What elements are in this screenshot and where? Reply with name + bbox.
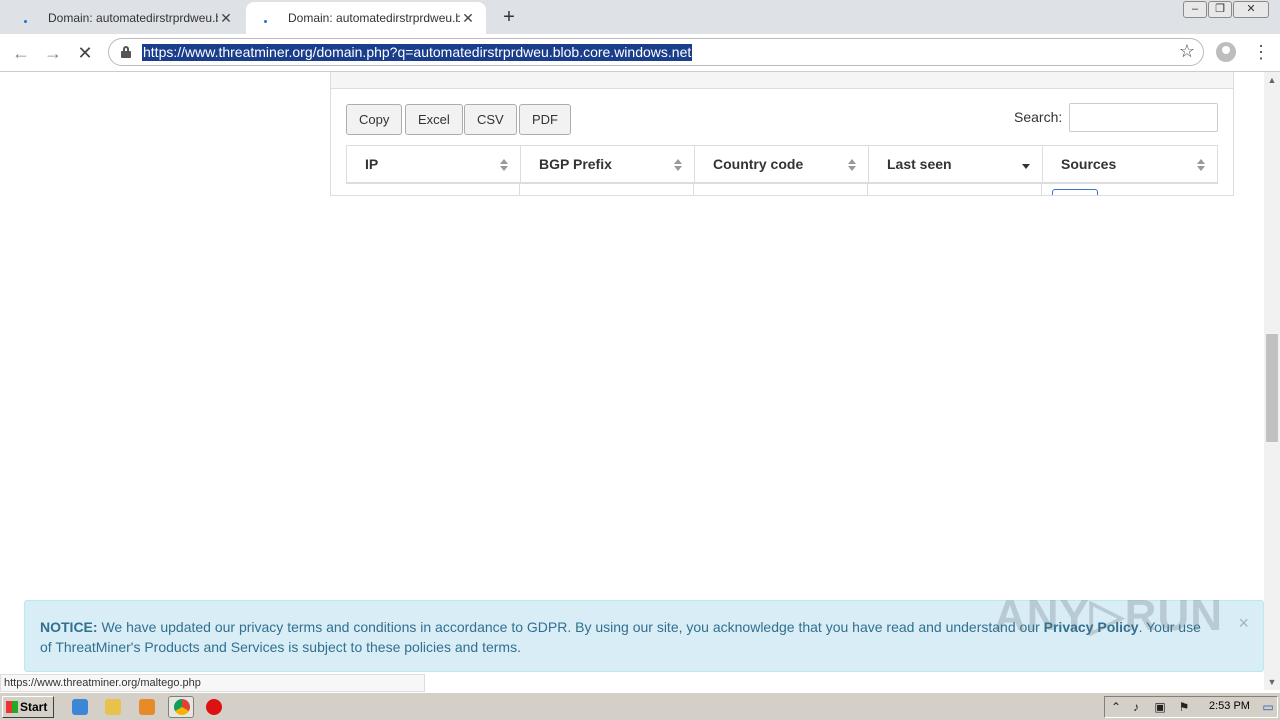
pdf-button[interactable]: PDF xyxy=(519,104,571,135)
panel-heading-cut xyxy=(331,72,1233,89)
tab-strip: Domain: automatedirstrprdweu.blob ✕ Doma… xyxy=(0,0,1280,34)
anyrun-watermark: ANY▷RUN xyxy=(993,591,1223,640)
scroll-down-icon[interactable]: ▼ xyxy=(1264,674,1280,690)
column-header-sources[interactable]: Sources xyxy=(1043,146,1217,182)
browser-tab[interactable]: Domain: automatedirstrprdweu.blob ✕ xyxy=(6,2,244,34)
tab-close-icon[interactable]: ✕ xyxy=(218,10,234,27)
sources-button[interactable] xyxy=(1052,189,1098,195)
sort-both-icon xyxy=(848,159,856,171)
notice-close-icon[interactable]: × xyxy=(1238,613,1249,633)
security-alert-icon[interactable] xyxy=(206,699,222,715)
back-arrow-icon[interactable]: ← xyxy=(8,40,34,66)
browser-toolbar: ← → ✕ https://www.threatminer.org/domain… xyxy=(0,34,1280,72)
chrome-icon xyxy=(174,699,190,715)
column-header-country-code[interactable]: Country code xyxy=(695,146,869,182)
table-header: IP BGP Prefix Country code Last seen Sou… xyxy=(346,145,1218,184)
file-explorer-icon[interactable] xyxy=(105,699,121,715)
start-button[interactable]: Start xyxy=(2,696,54,718)
column-header-ip[interactable]: IP xyxy=(347,146,521,182)
network-icon[interactable]: ▣ xyxy=(1153,700,1167,714)
lock-icon xyxy=(121,46,131,58)
tab-title: Domain: automatedirstrprdweu.blob xyxy=(48,11,218,25)
show-hidden-icons-icon[interactable]: ⌃ xyxy=(1109,700,1123,714)
column-header-bgp-prefix[interactable]: BGP Prefix xyxy=(521,146,695,182)
vertical-scrollbar[interactable]: ▲ ▼ xyxy=(1264,72,1280,690)
windows-taskbar: Start ⌃ ♪ ▣ ⚑ 2:53 PM ▭ xyxy=(0,692,1280,720)
url-text[interactable]: https://www.threatminer.org/domain.php?q… xyxy=(142,44,693,61)
new-tab-button[interactable]: + xyxy=(498,6,520,28)
stop-loading-icon[interactable]: ✕ xyxy=(72,40,98,66)
scroll-up-icon[interactable]: ▲ xyxy=(1264,72,1280,88)
close-window-button[interactable]: ✕ xyxy=(1233,1,1269,18)
column-header-last-seen[interactable]: Last seen xyxy=(869,146,1043,182)
minimize-window-button[interactable]: ‒ xyxy=(1183,1,1207,18)
browser-menu-icon[interactable]: ⋮ xyxy=(1252,42,1270,62)
media-player-icon[interactable] xyxy=(139,699,155,715)
tab-title: Domain: automatedirstrprdweu.blob xyxy=(288,11,460,25)
sort-both-icon xyxy=(674,159,682,171)
sort-desc-icon xyxy=(1022,159,1030,171)
system-tray: ⌃ ♪ ▣ ⚑ 2:53 PM ▭ xyxy=(1104,696,1278,718)
clock[interactable]: 2:53 PM xyxy=(1209,700,1250,712)
profile-avatar-icon[interactable] xyxy=(1216,42,1236,62)
show-desktop-icon[interactable]: ▭ xyxy=(1261,700,1275,714)
dns-resolutions-panel: Copy Excel CSV PDF Search: IP BGP Prefix… xyxy=(330,72,1234,196)
excel-button[interactable]: Excel xyxy=(405,104,463,135)
action-center-flag-icon[interactable]: ⚑ xyxy=(1177,700,1191,714)
tab-close-icon[interactable]: ✕ xyxy=(460,10,476,27)
loading-favicon-icon xyxy=(24,11,38,25)
sort-both-icon xyxy=(1197,159,1205,171)
volume-icon[interactable]: ♪ xyxy=(1129,700,1143,714)
internet-explorer-icon[interactable] xyxy=(72,699,88,715)
address-bar[interactable]: https://www.threatminer.org/domain.php?q… xyxy=(108,38,1204,66)
forward-arrow-icon[interactable]: → xyxy=(40,40,66,66)
status-bubble: https://www.threatminer.org/maltego.php xyxy=(0,674,425,692)
loading-favicon-icon xyxy=(264,11,278,25)
chrome-taskbar-button[interactable] xyxy=(168,696,194,718)
restore-window-button[interactable]: ❐ xyxy=(1208,1,1232,18)
notice-label: NOTICE: xyxy=(40,619,98,635)
browser-tab-active[interactable]: Domain: automatedirstrprdweu.blob ✕ xyxy=(246,2,486,34)
notice-text: We have updated our privacy terms and co… xyxy=(101,619,1040,635)
copy-button[interactable]: Copy xyxy=(346,104,403,135)
csv-button[interactable]: CSV xyxy=(464,104,517,135)
gdpr-notice: NOTICE: We have updated our privacy term… xyxy=(24,591,1264,672)
scrollbar-thumb[interactable] xyxy=(1266,334,1278,442)
search-label: Search: xyxy=(1014,109,1063,125)
bookmark-star-icon[interactable]: ☆ xyxy=(1179,41,1195,62)
windows-logo-icon xyxy=(6,701,18,713)
search-input[interactable] xyxy=(1069,103,1218,132)
page-viewport: Copy Excel CSV PDF Search: IP BGP Prefix… xyxy=(0,72,1264,676)
sort-both-icon xyxy=(500,159,508,171)
